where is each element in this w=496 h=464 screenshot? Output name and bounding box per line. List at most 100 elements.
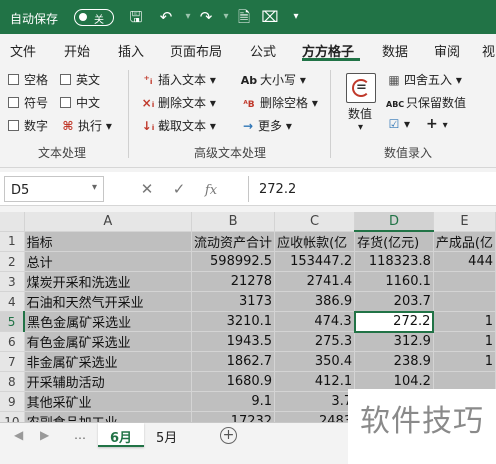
tab-overflow-icon[interactable]: … [74,428,86,442]
undo-dropdown-icon[interactable]: ▾ [178,7,198,27]
cell-b5[interactable]: 3210.1 [191,311,276,332]
column-header-d[interactable]: D [354,212,434,232]
cell-c3[interactable]: 2741.4 [274,271,356,292]
cell-e1[interactable]: 产成品(亿 [433,231,496,252]
undo-icon[interactable]: ↶ [156,7,176,27]
row-header[interactable]: 10 [0,411,25,422]
tab-formulas[interactable]: 公式 [250,41,276,60]
round-button[interactable]: ▦ 四舍五入 ▾ [386,71,462,88]
next-sheet-icon[interactable]: ▶ [40,428,49,442]
cell-b9[interactable]: 9.1 [191,391,276,412]
cell-e6[interactable]: 1 [433,331,496,352]
checkbox-english[interactable]: 英文 [60,71,100,88]
add-sheet-icon[interactable]: + [220,427,237,444]
cell-b10[interactable]: 17232 [191,411,276,422]
prev-sheet-icon[interactable]: ◀ [14,428,23,442]
cell-a10[interactable]: 农副食品加工业 [24,411,193,422]
cell-a6[interactable]: 有色金属矿采选业 [24,331,193,352]
cell-c9[interactable]: 3.7 [274,391,356,412]
cell-e2[interactable]: 444 [433,251,496,272]
cell-a8[interactable]: 开采辅助活动 [24,371,193,392]
cell-b8[interactable]: 1680.9 [191,371,276,392]
fx-icon[interactable]: fx [200,183,222,198]
cell-e4[interactable] [433,291,496,312]
cell-b1[interactable]: 流动资产合计 [191,231,276,252]
cell-c1[interactable]: 应收帐款(亿 [274,231,356,252]
more-icon[interactable]: ▾ [286,7,306,27]
cell-a4[interactable]: 石油和天然气开采业 [24,291,193,312]
cell-d1[interactable]: 存货(亿元) [354,231,434,252]
cell-c6[interactable]: 275.3 [274,331,356,352]
case-button[interactable]: Ab 大小写 ▾ [240,71,306,88]
row-header[interactable]: 1 [0,231,25,252]
checkbox-number[interactable]: 数字 [8,117,48,134]
row-header[interactable]: 3 [0,271,25,292]
row-header[interactable]: 6 [0,331,25,352]
cell-a1[interactable]: 指标 [24,231,193,252]
cell-e3[interactable] [433,271,496,292]
cell-d5[interactable]: 272.2 [353,310,435,333]
tab-data[interactable]: 数据 [382,41,408,60]
confirm-icon[interactable]: ✓ [168,180,190,198]
select-all-corner[interactable] [0,212,25,232]
cell-d3[interactable]: 1160.1 [354,271,434,292]
delete-text-button[interactable]: ×ᵢ 删除文本 ▾ [140,94,216,111]
value-icon[interactable]: = [346,73,376,103]
cell-a3[interactable]: 煤炭开采和洗选业 [24,271,193,292]
autosave-toggle[interactable]: 关 [74,9,114,26]
cell-c8[interactable]: 412.1 [274,371,356,392]
cell-a2[interactable]: 总计 [24,251,193,272]
cancel-icon[interactable]: ✕ [136,180,158,198]
checkbox-symbol[interactable]: 符号 [8,94,48,111]
row-header[interactable]: 5 [0,311,26,332]
row-header[interactable]: 2 [0,251,25,272]
redo-dropdown-icon[interactable]: ▾ [216,7,236,27]
row-header[interactable]: 7 [0,351,25,372]
cell-b4[interactable]: 3173 [191,291,276,312]
value-button[interactable]: 数值 [348,105,372,122]
checkbox-space[interactable]: 空格 [8,71,48,88]
extract-text-button[interactable]: ↓ᵢ 截取文本 ▾ [140,117,216,134]
cell-d6[interactable]: 312.9 [354,331,434,352]
plus-button[interactable]: + ▾ [426,116,448,132]
formula-input[interactable]: 272.2 [248,176,494,202]
sheet-tab-may[interactable]: 5月 [144,423,189,447]
value-dropdown-icon[interactable]: ▾ [358,122,363,133]
column-header-c[interactable]: C [274,212,356,232]
delete-space-button[interactable]: ᴬB 删除空格 ▾ [240,94,317,111]
sheet-tab-june[interactable]: 6月 [98,423,145,447]
cell-b3[interactable]: 21278 [191,271,276,292]
row-header[interactable]: 8 [0,371,25,392]
tab-file[interactable]: 文件 [10,41,36,60]
cell-c2[interactable]: 153447.2 [274,251,356,272]
file-format-icon[interactable]: 🗎 [234,7,254,27]
cell-a7[interactable]: 非金属矿采选业 [24,351,193,372]
tab-page-layout[interactable]: 页面布局 [170,41,222,60]
cell-e7[interactable]: 1 [433,351,496,372]
cell-d7[interactable]: 238.9 [354,351,434,372]
row-header[interactable]: 4 [0,291,25,312]
row-header[interactable]: 9 [0,391,25,412]
redo-icon[interactable]: ↷ [196,7,216,27]
keep-value-button[interactable]: ABC 只保留数值 [386,94,466,111]
save-icon[interactable]: 🖫 [126,7,146,27]
checkbox-chinese[interactable]: 中文 [60,94,100,111]
cell-e5[interactable]: 1 [433,311,496,332]
column-header-b[interactable]: B [191,212,276,232]
tab-home[interactable]: 开始 [64,41,90,60]
column-header-a[interactable]: A [24,212,193,232]
more-button[interactable]: → 更多 ▾ [240,117,292,134]
cell-c5[interactable]: 474.3 [274,311,356,332]
cell-a9[interactable]: 其他采矿业 [24,391,193,412]
cell-d2[interactable]: 118323.8 [354,251,434,272]
cell-c10[interactable]: 2483 [274,411,356,422]
cell-b7[interactable]: 1862.7 [191,351,276,372]
tab-view[interactable]: 视 [482,41,495,60]
cell-b6[interactable]: 1943.5 [191,331,276,352]
cell-b2[interactable]: 598992.5 [191,251,276,272]
execute-button[interactable]: ⌘ 执行 ▾ [60,117,111,134]
cell-d4[interactable]: 203.7 [354,291,434,312]
tab-review[interactable]: 审阅 [434,41,460,60]
name-box[interactable]: D5 ▾ [4,176,104,202]
format-painter-icon[interactable]: ⌧ [260,7,280,27]
